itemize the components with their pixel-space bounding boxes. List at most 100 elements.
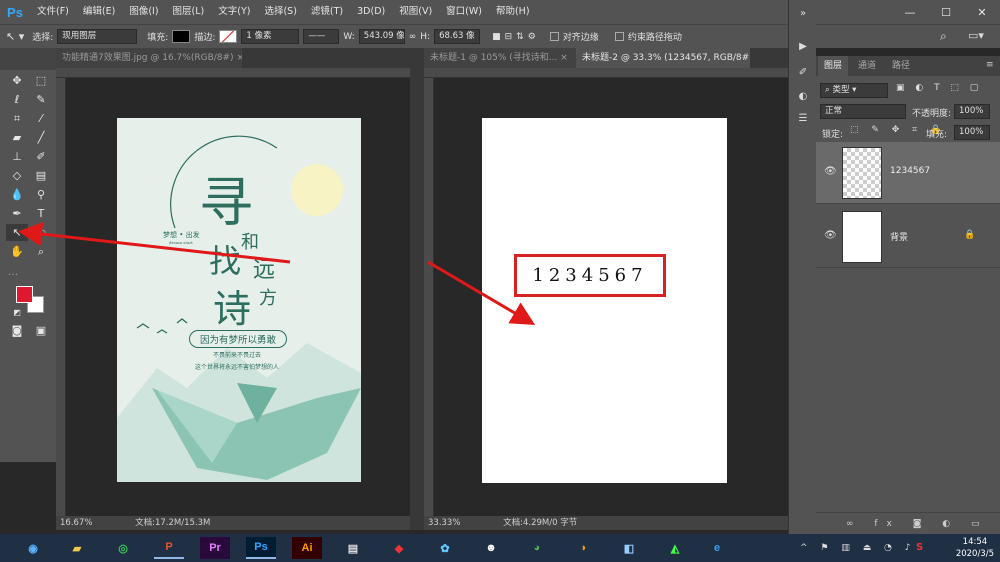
gradient-tool-icon[interactable]: ▤ bbox=[30, 167, 52, 184]
more-tools-icon[interactable]: ··· bbox=[2, 266, 24, 283]
width-field[interactable]: 543.09 像 bbox=[358, 29, 405, 44]
opacity-field[interactable]: 100% bbox=[954, 104, 990, 119]
tool-preset-icon[interactable]: ↖ ▾ bbox=[6, 30, 24, 43]
lasso-tool-icon[interactable]: ℓ bbox=[6, 91, 28, 108]
path-operations-icon[interactable]: ■ bbox=[492, 32, 501, 42]
zoom-level-right[interactable]: 33.33% bbox=[428, 518, 460, 528]
hand-tool-icon[interactable]: ✋ bbox=[6, 243, 28, 260]
zoom-level-left[interactable]: 16.67% bbox=[60, 518, 92, 528]
menu-layer[interactable]: 图层(L) bbox=[166, 0, 212, 24]
menu-view[interactable]: 视图(V) bbox=[392, 0, 439, 24]
eyedropper-tool-icon[interactable]: ⁄ bbox=[30, 110, 52, 127]
layer-row-text[interactable]: 👁 1234567 bbox=[816, 142, 1000, 204]
screen-mode-icon[interactable]: ▣ bbox=[30, 322, 52, 339]
system-tray-icons[interactable]: ^ ⚑ ▥ ⏏ ◔ ♪ bbox=[800, 543, 916, 553]
path-arrangement-icon[interactable]: ⇅ bbox=[516, 32, 524, 42]
taskbar-qq-icon[interactable]: ☻ bbox=[476, 537, 506, 559]
fill-field[interactable]: 100% bbox=[954, 125, 990, 140]
menu-window[interactable]: 窗口(W) bbox=[439, 0, 489, 24]
eraser-tool-icon[interactable]: ◇ bbox=[6, 167, 28, 184]
tab-layers[interactable]: 图层 bbox=[818, 56, 849, 76]
stamp-tool-icon[interactable]: ⊥ bbox=[6, 148, 28, 165]
panel-menu-icon[interactable]: ≡ bbox=[986, 60, 994, 70]
workspace-icon[interactable]: ▭▾ bbox=[968, 29, 984, 42]
layer-name[interactable]: 背景 bbox=[890, 230, 908, 243]
select-dropdown[interactable]: 现用图层 bbox=[57, 29, 138, 44]
filter-icons[interactable]: ▣ ◐ T ⬚ ▢ bbox=[896, 83, 982, 93]
quick-select-tool-icon[interactable]: ✎ bbox=[30, 91, 52, 108]
taskbar-powerpoint-icon[interactable]: P bbox=[154, 537, 184, 559]
layer-actions-bar[interactable]: ∞ fx ◙ ◐ ▭ ⊞ 🗑 bbox=[816, 512, 1000, 551]
height-field[interactable]: 68.63 像 bbox=[434, 29, 481, 44]
brush-tool-icon[interactable]: ╱ bbox=[30, 129, 52, 146]
brush-preset-icon[interactable]: ✐ bbox=[791, 62, 815, 82]
blur-tool-icon[interactable]: 💧 bbox=[6, 186, 28, 203]
maximize-button[interactable]: ☐ bbox=[928, 0, 964, 24]
adjust-icon[interactable]: ◐ bbox=[791, 86, 815, 106]
foreground-color-top[interactable] bbox=[16, 286, 33, 303]
close-button[interactable]: ✕ bbox=[964, 0, 1000, 24]
tab-paths[interactable]: 路径 bbox=[886, 56, 916, 76]
properties-icon[interactable]: ☰ bbox=[791, 108, 815, 128]
default-colors-icon[interactable]: ◩ bbox=[6, 304, 28, 321]
taskbar-app2-icon[interactable]: ◧ bbox=[614, 537, 644, 559]
zoom-tool-icon[interactable]: ⌕ bbox=[30, 243, 52, 260]
pen-tool-icon[interactable]: ✒ bbox=[6, 205, 28, 222]
dodge-tool-icon[interactable]: ⚲ bbox=[30, 186, 52, 203]
ellipse-tool-icon[interactable]: ⬭ bbox=[30, 224, 52, 241]
tab-close-icon[interactable]: × bbox=[560, 53, 568, 63]
healing-tool-icon[interactable]: ▰ bbox=[6, 129, 28, 146]
taskbar-folder-icon[interactable]: ▰ bbox=[62, 537, 92, 559]
taskbar-photoshop-icon[interactable]: Ps bbox=[246, 537, 276, 559]
move-tool-icon[interactable]: ✥ bbox=[6, 72, 28, 89]
tab-document-3[interactable]: 未标题-2 @ 33.3% (1234567, RGB/8#) * × bbox=[576, 48, 750, 68]
stroke-swatch[interactable] bbox=[219, 30, 238, 43]
menu-select[interactable]: 选择(S) bbox=[257, 0, 303, 24]
constrain-path-checkbox[interactable] bbox=[614, 32, 624, 41]
taskbar-browser-icon[interactable]: ◑ bbox=[568, 537, 598, 559]
search-icon[interactable]: ⌕ bbox=[940, 29, 947, 44]
layer-row-background[interactable]: 👁 背景 🔒 bbox=[816, 206, 1000, 268]
path-select-tool-icon[interactable]: ↖ bbox=[6, 224, 28, 241]
gear-icon[interactable]: ⚙ bbox=[528, 32, 536, 42]
quick-mask-icon[interactable]: ◙ bbox=[6, 322, 28, 339]
tab-document-2[interactable]: 未标题-1 @ 105% (寻找诗和... × bbox=[424, 48, 576, 68]
play-icon[interactable]: ▶ bbox=[791, 36, 815, 56]
stroke-style-dropdown[interactable]: —— bbox=[303, 29, 340, 44]
layer-filter-dropdown[interactable]: ⌕ 类型 ▾ bbox=[820, 83, 888, 98]
taskbar-premiere-icon[interactable]: Pr bbox=[200, 537, 230, 559]
taskbar-ie-icon[interactable]: e bbox=[702, 537, 732, 559]
taskbar-chrome-icon[interactable]: ◕ bbox=[522, 537, 552, 559]
type-tool-icon[interactable]: T bbox=[30, 205, 52, 222]
eye-icon[interactable]: 👁 bbox=[824, 230, 837, 241]
menu-3d[interactable]: 3D(D) bbox=[350, 0, 392, 24]
taskbar-app-icon[interactable]: ◆ bbox=[384, 537, 414, 559]
ime-indicator[interactable]: S bbox=[916, 542, 923, 553]
taskbar-video-icon[interactable]: ▤ bbox=[338, 537, 368, 559]
blend-mode-dropdown[interactable]: 正常 bbox=[820, 104, 906, 119]
menu-type[interactable]: 文字(Y) bbox=[211, 0, 257, 24]
fill-swatch[interactable] bbox=[172, 30, 191, 43]
crop-tool-icon[interactable]: ⌗ bbox=[6, 110, 28, 127]
link-icon[interactable]: ∞ bbox=[409, 32, 417, 42]
path-alignment-icon[interactable]: ⊟ bbox=[505, 32, 513, 42]
stroke-width-field[interactable]: 1 像素 bbox=[241, 29, 300, 44]
menu-help[interactable]: 帮助(H) bbox=[489, 0, 537, 24]
collapse-icon[interactable]: » bbox=[791, 3, 815, 23]
menu-edit[interactable]: 编辑(E) bbox=[76, 0, 122, 24]
eye-icon[interactable]: 👁 bbox=[824, 166, 837, 177]
marquee-tool-icon[interactable]: ⬚ bbox=[30, 72, 52, 89]
menu-file[interactable]: 文件(F) bbox=[30, 0, 76, 24]
menu-image[interactable]: 图像(I) bbox=[122, 0, 165, 24]
layer-name[interactable]: 1234567 bbox=[890, 166, 930, 176]
tab-channels[interactable]: 通道 bbox=[852, 56, 882, 76]
canvas-text-layer[interactable]: 1234567 bbox=[532, 265, 647, 286]
canvas-page[interactable] bbox=[482, 118, 727, 483]
history-brush-tool-icon[interactable]: ✐ bbox=[30, 148, 52, 165]
taskbar-wechat-icon[interactable]: ◎ bbox=[108, 537, 138, 559]
align-edges-checkbox[interactable] bbox=[549, 32, 559, 41]
taskbar-360-icon[interactable]: ◉ bbox=[18, 537, 48, 559]
taskbar-qq-light-icon[interactable]: ✿ bbox=[430, 537, 460, 559]
taskbar-illustrator-icon[interactable]: Ai bbox=[292, 537, 322, 559]
taskbar-app3-icon[interactable]: ◭ bbox=[660, 537, 690, 559]
